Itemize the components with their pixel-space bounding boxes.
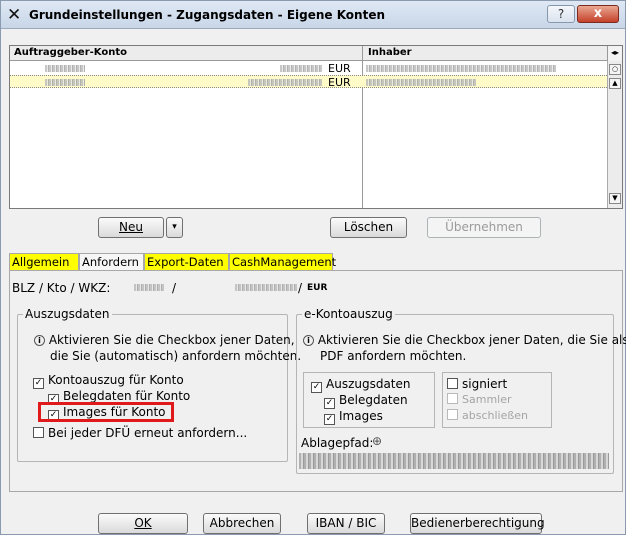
checkbox-dfue-erneut[interactable]: Bei jeder DFÜ erneut anfordern... [33, 426, 247, 440]
accounts-table: Auftraggeber-Konto Inhaber ◂▸ EUR EUR ○ … [9, 45, 623, 209]
auszugsdaten-title: Auszugsdaten [23, 307, 112, 321]
close-button[interactable]: x [577, 5, 619, 23]
checkbox-sammler[interactable]: Sammler [447, 393, 512, 406]
account-balance-redacted [280, 65, 322, 72]
blz-label: BLZ / Kto / WKZ: [12, 281, 111, 295]
checkbox-images[interactable]: ✓ Images [324, 409, 383, 425]
column-header-auftraggeber-konto[interactable]: Auftraggeber-Konto [14, 47, 127, 58]
checkbox-disabled-icon[interactable] [447, 393, 458, 404]
scroll-up-icon[interactable]: ▲ [609, 78, 621, 89]
e-kontoauszug-title: e-Kontoauszug [302, 307, 395, 321]
table-row[interactable]: EUR [10, 62, 607, 75]
checkbox-abschliessen[interactable]: abschließen [447, 409, 528, 422]
checkbox-checked-icon[interactable]: ✓ [33, 378, 44, 389]
wkz-currency: EUR [307, 283, 328, 293]
raiffeisen-x-icon: ✕ [7, 5, 22, 25]
checkbox-checked-icon[interactable]: ✓ [324, 398, 335, 409]
e-kontoauszug-info: i Aktivieren Sie die Checkbox jener Date… [303, 333, 626, 347]
blz-separator: / [172, 281, 177, 295]
tab-allgemein[interactable]: Allgemein [9, 253, 79, 270]
tab-export-daten[interactable]: Export-Daten [144, 253, 229, 270]
e-kontoauszug-info-line2: PDF anfordern möchten. [320, 349, 467, 363]
scroll-down-icon[interactable]: ▼ [609, 193, 621, 204]
scroll-thumb-icon[interactable]: ○ [609, 64, 621, 75]
title-bar: ✕ Grundeinstellungen - Zugangsdaten - Ei… [1, 1, 625, 29]
auszugsdaten-info: i Aktivieren Sie die Checkbox jener Date… [34, 333, 295, 347]
column-scroll-icon[interactable]: ◂▸ [607, 46, 622, 61]
uebernehmen-button[interactable]: Übernehmen [427, 217, 541, 238]
help-button[interactable]: ? [547, 5, 575, 23]
row-currency: EUR [328, 76, 351, 89]
kto-separator: / [298, 281, 303, 295]
kto-redacted [235, 284, 297, 291]
table-row-selected[interactable]: EUR [10, 75, 607, 89]
neu-dropdown-icon[interactable]: ▾ [166, 217, 183, 238]
checkbox-belegdaten[interactable]: ✓ Belegdaten [324, 393, 408, 409]
auszugsdaten-info-line2: die Sie (automatisch) anfordern möchten. [50, 349, 302, 363]
checkbox-unchecked-icon[interactable] [33, 427, 44, 438]
highlight-box [38, 402, 174, 422]
bedienerberechtigung-button[interactable]: Bedienerberechtigung [410, 513, 545, 534]
account-balance-redacted [248, 79, 322, 86]
checkbox-kontoauszug[interactable]: ✓ Kontoauszug für Konto [33, 373, 184, 389]
row-currency: EUR [328, 62, 351, 75]
table-header: Auftraggeber-Konto Inhaber [10, 46, 622, 61]
blz-redacted [134, 284, 164, 291]
vertical-scrollbar[interactable]: ○ ▲ ▼ [607, 61, 622, 208]
info-icon: i [34, 335, 45, 346]
ok-button[interactable]: OK [98, 513, 188, 534]
ablagepfad-label: Ablagepfad: [301, 436, 374, 450]
ablagepfad-field-redacted[interactable] [299, 453, 609, 469]
checkbox-auszugsdaten[interactable]: ✓ Auszugsdaten [311, 377, 411, 393]
tab-cashmanagement[interactable]: CashManagement [229, 253, 336, 270]
checkbox-disabled-icon[interactable] [447, 409, 458, 420]
account-number-redacted [45, 79, 85, 86]
neu-button[interactable]: Neu [98, 217, 164, 238]
abbrechen-button[interactable]: Abbrechen [203, 513, 281, 534]
owner-redacted [366, 79, 476, 86]
info-icon: i [303, 335, 314, 346]
tab-anfordern[interactable]: Anfordern [79, 253, 144, 271]
checkbox-unchecked-icon[interactable] [447, 378, 458, 389]
window-title: Grundeinstellungen - Zugangsdaten - Eige… [29, 8, 386, 22]
iban-bic-button[interactable]: IBAN / BIC [307, 513, 385, 534]
owner-redacted [366, 65, 556, 72]
account-number-redacted [45, 65, 85, 72]
loeschen-button[interactable]: Löschen [330, 217, 407, 238]
globe-icon[interactable]: ⊕ [372, 434, 382, 448]
checkbox-checked-icon[interactable]: ✓ [311, 382, 322, 393]
checkbox-checked-icon[interactable]: ✓ [324, 414, 335, 425]
checkbox-signiert[interactable]: signiert [447, 377, 507, 391]
column-header-inhaber[interactable]: Inhaber [368, 47, 412, 58]
